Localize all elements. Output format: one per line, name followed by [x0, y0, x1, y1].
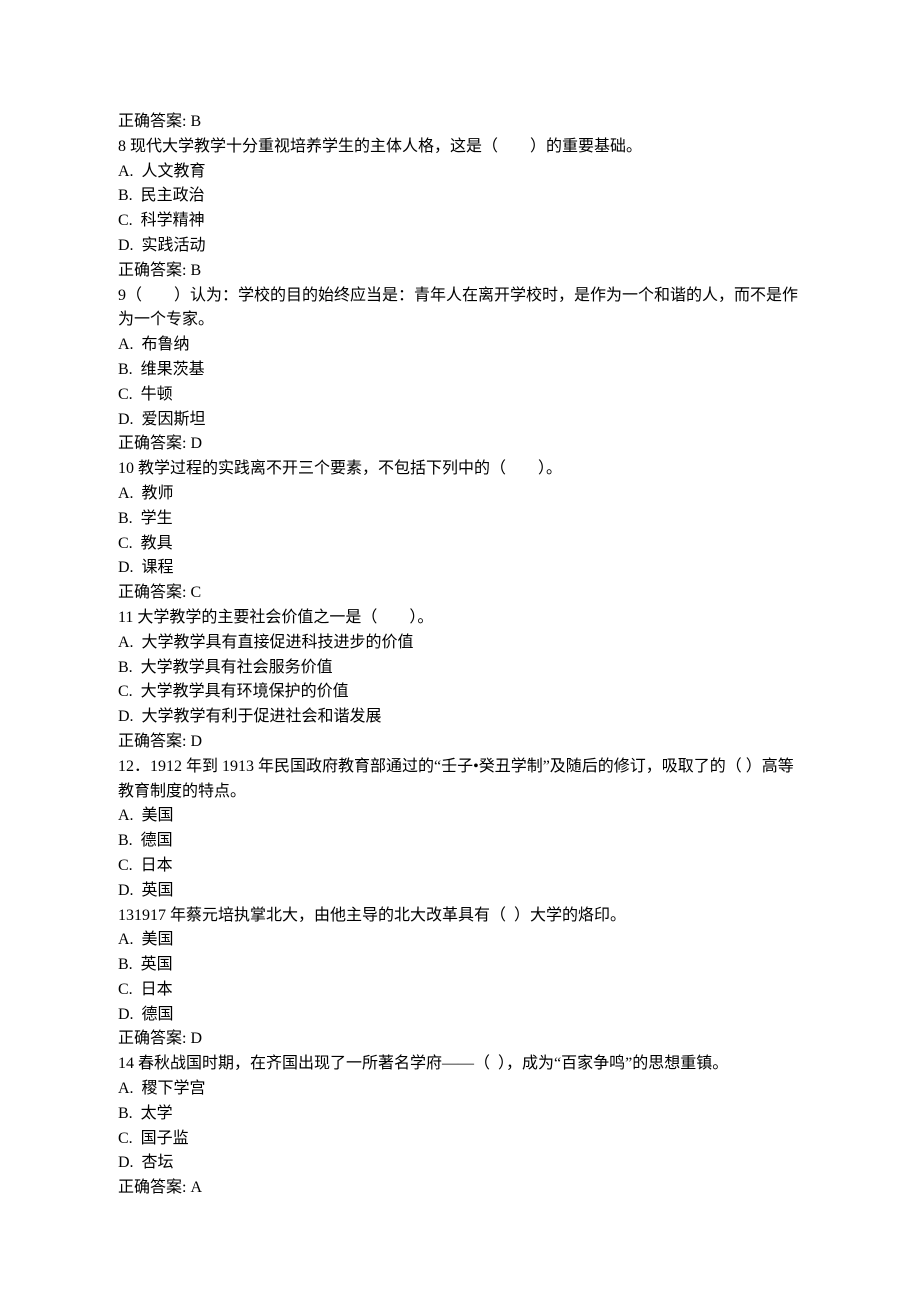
text-line: 正确答案: C	[118, 581, 802, 606]
text-line: C. 科学精神	[118, 209, 802, 234]
text-line: D. 爱因斯坦	[118, 408, 802, 433]
text-line: 正确答案: D	[118, 432, 802, 457]
text-line: C. 日本	[118, 854, 802, 879]
text-line: C. 牛顿	[118, 383, 802, 408]
text-line: C. 日本	[118, 978, 802, 1003]
text-line: 9（ ）认为：学校的目的始终应当是：青年人在离开学校时，是作为一个和谐的人，而不…	[118, 284, 802, 334]
document-body: 正确答案: B8 现代大学教学十分重视培养学生的主体人格，这是（ ）的重要基础。…	[118, 110, 802, 1201]
text-line: 12．1912 年到 1913 年民国政府教育部通过的“壬子•癸丑学制”及随后的…	[118, 755, 802, 805]
text-line: C. 国子监	[118, 1127, 802, 1152]
text-line: B. 太学	[118, 1102, 802, 1127]
text-line: B. 学生	[118, 507, 802, 532]
text-line: B. 维果茨基	[118, 358, 802, 383]
text-line: 8 现代大学教学十分重视培养学生的主体人格，这是（ ）的重要基础。	[118, 135, 802, 160]
text-line: 正确答案: B	[118, 110, 802, 135]
text-line: D. 德国	[118, 1003, 802, 1028]
text-line: D. 课程	[118, 556, 802, 581]
text-line: A. 美国	[118, 928, 802, 953]
text-line: 131917 年蔡元培执掌北大，由他主导的北大改革具有（ ）大学的烙印。	[118, 904, 802, 929]
text-line: 14 春秋战国时期，在齐国出现了一所著名学府——（ ），成为“百家争鸣”的思想重…	[118, 1052, 802, 1077]
text-line: C. 教具	[118, 532, 802, 557]
text-line: B. 英国	[118, 953, 802, 978]
text-line: 正确答案: A	[118, 1176, 802, 1201]
text-line: A. 布鲁纳	[118, 333, 802, 358]
text-line: A. 教师	[118, 482, 802, 507]
text-line: B. 民主政治	[118, 184, 802, 209]
text-line: 11 大学教学的主要社会价值之一是（ ）。	[118, 606, 802, 631]
text-line: A. 稷下学宫	[118, 1077, 802, 1102]
text-line: 正确答案: D	[118, 730, 802, 755]
text-line: 正确答案: B	[118, 259, 802, 284]
text-line: D. 英国	[118, 879, 802, 904]
text-line: 10 教学过程的实践离不开三个要素，不包括下列中的（ ）。	[118, 457, 802, 482]
text-line: B. 大学教学具有社会服务价值	[118, 656, 802, 681]
text-line: A. 大学教学具有直接促进科技进步的价值	[118, 631, 802, 656]
text-line: C. 大学教学具有环境保护的价值	[118, 680, 802, 705]
text-line: D. 实践活动	[118, 234, 802, 259]
text-line: D. 杏坛	[118, 1151, 802, 1176]
text-line: A. 美国	[118, 804, 802, 829]
text-line: A. 人文教育	[118, 160, 802, 185]
text-line: B. 德国	[118, 829, 802, 854]
text-line: 正确答案: D	[118, 1027, 802, 1052]
text-line: D. 大学教学有利于促进社会和谐发展	[118, 705, 802, 730]
